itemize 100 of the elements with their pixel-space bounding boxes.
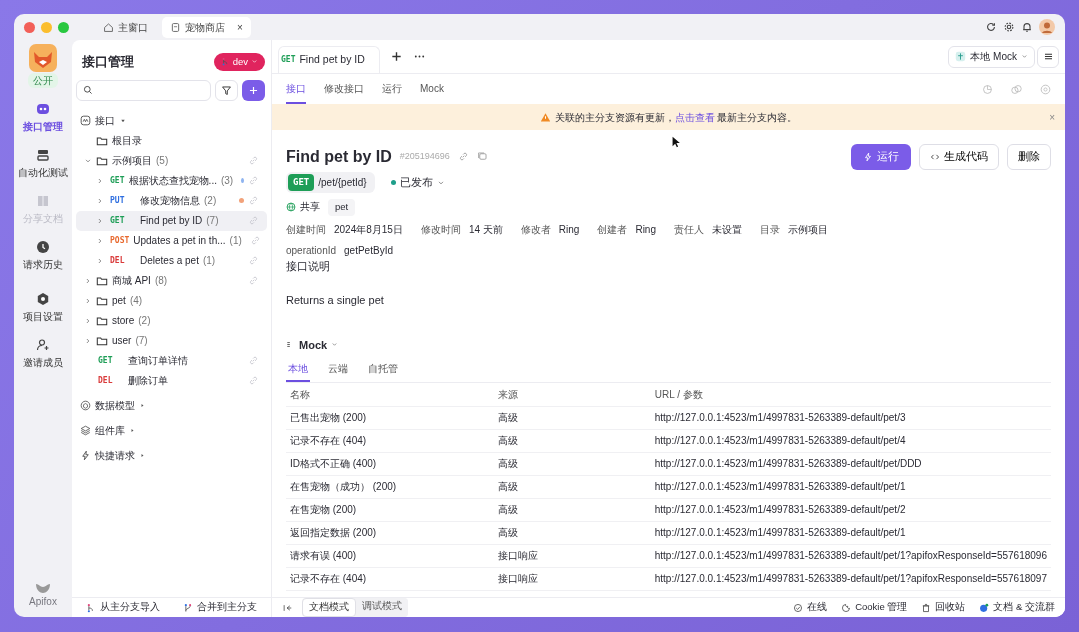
tree-item[interactable]: GET Find pet by ID (7) <box>76 210 267 231</box>
method-label: GET <box>110 214 126 227</box>
branch-button[interactable]: dev <box>213 52 265 71</box>
environment-select[interactable]: 本地 Mock <box>948 45 1035 68</box>
avatar[interactable] <box>1039 19 1055 35</box>
method-label: DEL <box>98 374 114 387</box>
column-header: 来源 <box>493 383 651 406</box>
menu-button[interactable] <box>1037 45 1059 68</box>
filter-button[interactable] <box>215 79 238 101</box>
request-tab[interactable]: GET Find pet by ID <box>278 45 380 74</box>
folder-icon <box>96 294 108 307</box>
tree-item[interactable]: 根目录 <box>76 130 267 151</box>
copy-icon[interactable] <box>476 151 488 163</box>
tree-item[interactable]: PUT 修改宠物信息 (2) <box>76 190 267 211</box>
add-button[interactable] <box>242 79 265 101</box>
project-logo[interactable] <box>29 44 57 72</box>
field-value: getPetById <box>344 243 393 258</box>
nav-item[interactable]: 请求历史 <box>23 240 63 272</box>
table-cell: http://127.0.0.1:4523/m1/4997831-5263389-default/pet/3 <box>650 406 1051 429</box>
bell-icon[interactable] <box>1021 21 1033 33</box>
method-label: DEL <box>110 254 126 267</box>
method-label: POST <box>110 234 130 247</box>
count-label: (3) <box>220 174 234 188</box>
status-item[interactable]: 文档 & 交流群 <box>979 600 1055 615</box>
table-cell: 在售宠物（成功） (200) <box>286 475 494 498</box>
section-title: 接口说明 <box>286 258 331 274</box>
tab[interactable]: 运行 <box>382 74 402 104</box>
table-cell: http://127.0.0.1:4523/m1/4997831-5263389-default/pet/1 <box>650 521 1051 544</box>
warning-icon <box>539 111 551 123</box>
footer-link[interactable]: 从主分支导入 <box>86 600 160 615</box>
app-name: Apifox <box>29 595 57 609</box>
table-cell: http://127.0.0.1:4523/m1/4997831-5263389-default/pet/1?apifoxResponseId=557618096 <box>650 544 1051 567</box>
window-tab[interactable]: 主窗口 <box>95 16 156 38</box>
tree-item[interactable]: DEL 删除订单 <box>76 370 267 391</box>
field-value: 未设置 <box>712 222 742 237</box>
settings-icon[interactable] <box>1003 21 1015 33</box>
globe-icon <box>286 202 296 213</box>
tree-item[interactable]: DEL Deletes a pet (1) <box>76 250 267 271</box>
status-item[interactable]: 回收站 <box>921 600 966 615</box>
section-item[interactable]: 快捷请求 <box>76 445 267 466</box>
comment-icon[interactable] <box>1011 83 1022 95</box>
window-control[interactable] <box>24 21 35 33</box>
method-label: GET <box>281 54 296 66</box>
field-label: operationId <box>286 243 337 258</box>
link[interactable]: 点击查看 <box>674 111 715 123</box>
search-icon <box>83 85 93 95</box>
api-icon <box>80 115 91 126</box>
search-field[interactable] <box>76 79 211 101</box>
tree-item[interactable]: store (2) <box>76 310 267 331</box>
tree-item[interactable]: GET 根据状态查找宠物... (3) <box>76 170 267 191</box>
method-label: PUT <box>110 194 126 207</box>
refresh-icon[interactable] <box>985 21 997 33</box>
run-button[interactable]: 运行 <box>851 144 911 170</box>
table-cell: 高级 <box>493 429 651 452</box>
book-icon <box>36 194 50 208</box>
document-icon <box>170 21 181 33</box>
tab[interactable]: Mock <box>420 74 444 104</box>
tab[interactable]: 修改接口 <box>324 74 364 104</box>
link-icon[interactable] <box>457 151 469 163</box>
tree-item[interactable]: pet (4) <box>76 290 267 311</box>
tree-item[interactable]: 接口 <box>76 110 267 131</box>
footer-link[interactable]: 合并到主分支 <box>183 600 257 615</box>
nav-item[interactable]: 邀请成员 <box>23 338 63 370</box>
tab[interactable]: 自托管 <box>366 357 400 382</box>
table-cell: 返回指定数据 (200) <box>286 521 494 544</box>
status-item[interactable]: Cookie 管理 <box>841 600 908 615</box>
nav-item[interactable]: 项目设置 <box>23 292 63 324</box>
action-button[interactable]: 删除 <box>1007 144 1051 170</box>
clock-icon <box>36 240 50 254</box>
column-header: 名称 <box>286 383 494 406</box>
nav-item[interactable]: 自动化测试 <box>18 148 68 180</box>
field-label: 创建者 <box>597 222 628 237</box>
tab[interactable]: 本地 <box>286 357 310 382</box>
window-tab[interactable]: 宠物商店 × <box>162 16 251 38</box>
public-badge: 公开 <box>28 73 58 88</box>
chevron-icon <box>331 341 339 349</box>
tree-item[interactable]: user (7) <box>76 330 267 351</box>
table-cell: 高级 <box>493 498 651 521</box>
tree-item[interactable]: POST Updates a pet in th... (1) <box>76 230 267 251</box>
check-icon <box>793 602 804 613</box>
section-item[interactable]: 组件库 <box>76 420 267 441</box>
tree-item[interactable]: GET 查询订单详情 <box>76 350 267 371</box>
nav-item[interactable]: 接口管理 <box>23 102 63 134</box>
tree-item[interactable]: 示例项目 (5) <box>76 150 267 171</box>
tab[interactable]: 云端 <box>326 357 350 382</box>
mode-toggle[interactable]: 文档模式 <box>302 598 356 617</box>
caret-icon <box>129 427 136 434</box>
table-cell: ID格式不正确 (400) <box>286 452 494 475</box>
status-item[interactable]: 在线 <box>793 600 828 615</box>
field-value: Ring <box>558 222 580 237</box>
section-item[interactable]: 数据模型 <box>76 395 267 416</box>
table-cell: 接口响应 <box>493 544 651 567</box>
menu-icon <box>1042 51 1054 62</box>
tree-item[interactable]: 商城 API (8) <box>76 270 267 291</box>
add-tab-icon[interactable] <box>389 50 403 63</box>
action-button[interactable]: 生成代码 <box>919 144 999 170</box>
close-icon[interactable]: × <box>237 19 243 35</box>
window-control[interactable] <box>58 21 69 33</box>
status-select[interactable]: 已发布 <box>390 174 445 191</box>
collapse-icon[interactable] <box>282 602 292 613</box>
